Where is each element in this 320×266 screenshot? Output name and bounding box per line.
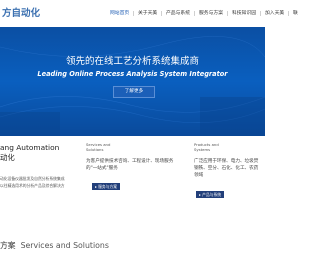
about-text-line: 动化设备仪器批发及自然分析系统集成 bbox=[0, 176, 65, 181]
nav-divider bbox=[260, 11, 261, 16]
services-text-line: 的"一站式"服务 bbox=[86, 166, 118, 171]
about-text-line: 以往精选用术的分析产品及综合解决方 bbox=[0, 183, 65, 188]
nav-item-products[interactable]: 产品与系统 bbox=[166, 9, 190, 18]
about-title-cn: 动化 bbox=[0, 153, 15, 162]
products-text-line: 钢铁、空分、石化、化工、农药 bbox=[194, 166, 259, 171]
hero-background-pattern bbox=[0, 36, 265, 136]
about-title-en: ang Automation bbox=[0, 143, 60, 152]
learn-more-button[interactable]: 了解更多 bbox=[113, 86, 155, 98]
hero-subtitle: Leading Online Process Analysis System I… bbox=[37, 70, 228, 78]
products-label-en: Systems bbox=[194, 147, 211, 152]
products-button[interactable]: ▸ 产品与系统 bbox=[196, 191, 225, 198]
solutions-heading-cn: 方案 bbox=[0, 241, 16, 250]
products-text-line: 领域 bbox=[194, 173, 204, 178]
products-button-label: 产品与系统 bbox=[202, 192, 222, 197]
services-text-line: 为客户提供技术咨询、工程设计、现场服务 bbox=[86, 159, 174, 164]
nav-divider bbox=[227, 11, 228, 16]
nav-item-home[interactable]: 网站首页 bbox=[110, 9, 129, 18]
services-button-label: 服务与方案 bbox=[98, 184, 118, 189]
company-logo[interactable]: 方自动化 bbox=[2, 5, 40, 19]
services-label-en: Solutions bbox=[86, 147, 104, 152]
nav-divider bbox=[194, 11, 195, 16]
site-header: 方自动化 网站首页 关于天美 产品与系统 服务与方案 科技知识园 加入天美 联 bbox=[0, 0, 298, 27]
solutions-heading-en: Services and Solutions bbox=[20, 241, 109, 250]
hero-title: 领先的在线工艺分析系统集成商 bbox=[65, 56, 199, 67]
nav-item-contact[interactable]: 联 bbox=[293, 9, 298, 18]
services-button[interactable]: ▸ 服务与方案 bbox=[92, 183, 121, 190]
hero-banner: 领先的在线工艺分析系统集成商 Leading Online Process An… bbox=[0, 27, 265, 136]
nav-divider bbox=[133, 11, 134, 16]
nav-item-knowledge[interactable]: 科技知识园 bbox=[232, 9, 256, 18]
nav-item-join[interactable]: 加入天美 bbox=[265, 9, 284, 18]
nav-divider bbox=[288, 11, 289, 16]
solutions-heading: 方案 Services and Solutions bbox=[0, 240, 109, 251]
nav-divider bbox=[161, 11, 162, 16]
nav-item-services[interactable]: 服务与方案 bbox=[199, 9, 223, 18]
nav-item-about[interactable]: 关于天美 bbox=[138, 9, 157, 18]
products-text-line: 广泛应用于环保、电力、垃圾焚 bbox=[194, 159, 259, 164]
